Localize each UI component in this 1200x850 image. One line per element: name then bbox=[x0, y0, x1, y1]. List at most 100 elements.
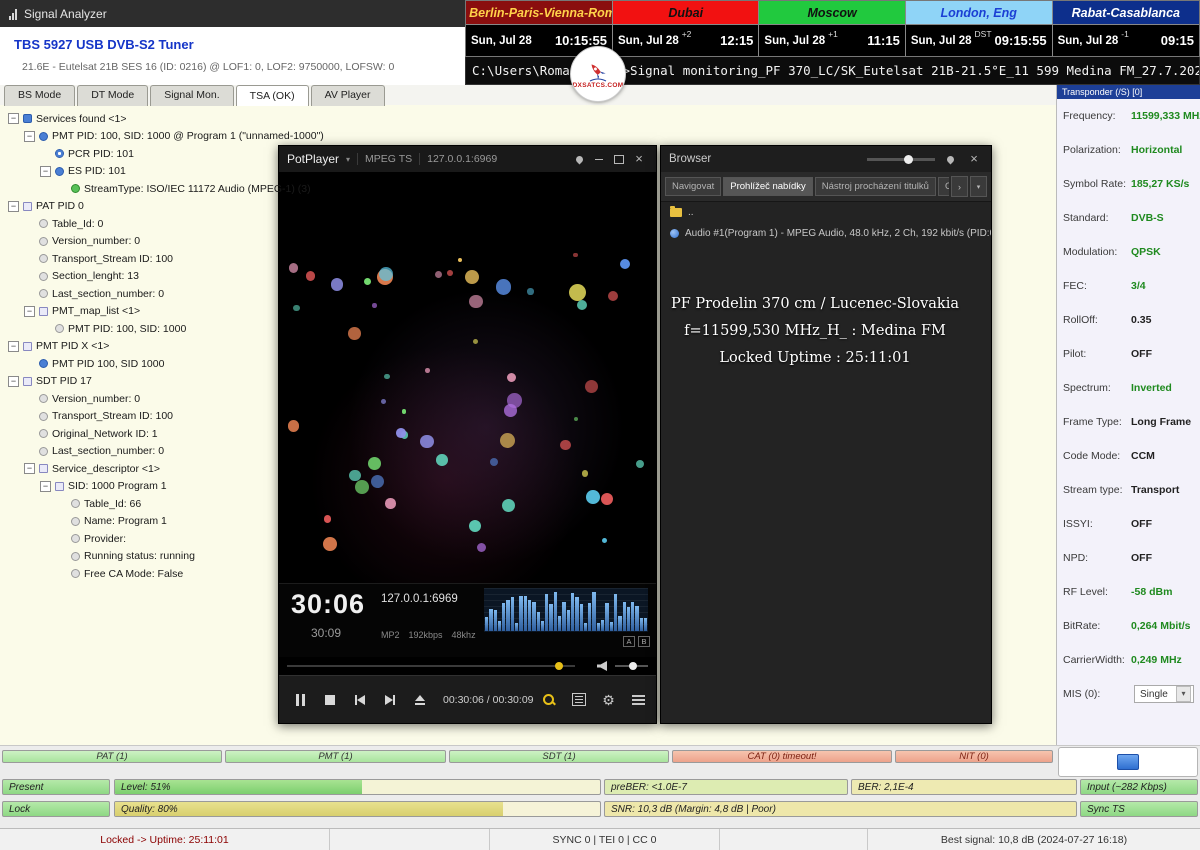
clock-time-row: Sun, Jul 28 +1 11:15 bbox=[759, 25, 904, 56]
clock-cell: Moscow Sun, Jul 28 +1 11:15 bbox=[759, 1, 905, 56]
pin-icon bbox=[945, 154, 955, 164]
settings-button[interactable] bbox=[594, 677, 624, 723]
tree-expander-icon[interactable] bbox=[8, 341, 19, 352]
mode-tab[interactable]: AV Player bbox=[311, 85, 385, 106]
tree-item[interactable]: Transport_Stream ID: 100 bbox=[4, 250, 276, 268]
chevron-down-icon bbox=[1176, 686, 1191, 702]
tree-item[interactable]: Section_lenght: 13 bbox=[4, 268, 276, 286]
clock-city-label: London, Eng bbox=[941, 6, 1017, 20]
stop-button[interactable] bbox=[315, 677, 345, 723]
tree-expander-icon[interactable] bbox=[24, 463, 35, 474]
tree-item[interactable]: Original_Network ID: 1 bbox=[4, 425, 276, 443]
tree-expander-icon[interactable] bbox=[8, 376, 19, 387]
tree-item[interactable]: PCR PID: 101 bbox=[4, 145, 276, 163]
tree-expander-icon[interactable] bbox=[24, 306, 35, 317]
close-button[interactable] bbox=[965, 151, 983, 167]
tree-item[interactable]: Provider: bbox=[4, 530, 276, 548]
tree-item[interactable]: Last_section_number: 0 bbox=[4, 285, 276, 303]
parameter-value: OFF bbox=[1131, 518, 1152, 530]
tree-item[interactable]: Free CA Mode: False bbox=[4, 565, 276, 583]
ab-repeat-button[interactable]: A bbox=[623, 636, 635, 647]
tree-item[interactable]: Table_Id: 0 bbox=[4, 215, 276, 233]
pause-button[interactable] bbox=[285, 677, 315, 723]
divider bbox=[357, 153, 358, 165]
browser-volume-slider[interactable] bbox=[867, 158, 935, 161]
close-button[interactable] bbox=[630, 151, 648, 167]
potplayer-titlebar[interactable]: PotPlayer MPEG TS 127.0.0.1:6969 bbox=[279, 146, 656, 172]
mode-tab[interactable]: BS Mode bbox=[4, 85, 75, 106]
tree-item[interactable]: PMT PID X <1> bbox=[4, 338, 276, 356]
tree-item[interactable]: PMT PID 100, SID 1000 bbox=[4, 355, 276, 373]
menu-button[interactable] bbox=[624, 677, 654, 723]
tree-item[interactable]: PMT_map_list <1> bbox=[4, 303, 276, 321]
previous-button[interactable] bbox=[345, 677, 375, 723]
tree-item[interactable]: Last_section_number: 0 bbox=[4, 443, 276, 461]
signal-analyzer-icon bbox=[9, 8, 17, 20]
scroll-right-button[interactable] bbox=[951, 176, 968, 197]
visualization[interactable] bbox=[279, 172, 656, 583]
playlist-button[interactable] bbox=[564, 677, 594, 723]
browser-tab[interactable]: Prohlížeč nabídky bbox=[723, 177, 813, 196]
audio-icon bbox=[670, 229, 679, 238]
clock-time: 11:15 bbox=[867, 33, 900, 48]
seek-bar[interactable] bbox=[287, 665, 575, 667]
maximize-button[interactable] bbox=[610, 151, 628, 167]
tree-item[interactable]: Name: Program 1 bbox=[4, 513, 276, 531]
tree-item[interactable]: StreamType: ISO/IEC 11172 Audio (MPEG-1)… bbox=[4, 180, 276, 198]
browser-tab[interactable]: Nástroj procházení titulků bbox=[815, 177, 936, 196]
volume-handle[interactable] bbox=[629, 662, 637, 670]
ts-indicator-box[interactable] bbox=[1058, 747, 1198, 777]
browser-tab[interactable]: Online bbox=[938, 177, 949, 196]
tree-item[interactable]: Table_Id: 66 bbox=[4, 495, 276, 513]
browser-volume-handle[interactable] bbox=[904, 155, 913, 164]
tree-item[interactable]: Service_descriptor <1> bbox=[4, 460, 276, 478]
browser-titlebar[interactable]: Browser bbox=[661, 146, 991, 172]
browser-title: Browser bbox=[669, 153, 711, 165]
more-tabs-button[interactable] bbox=[970, 176, 987, 197]
hamburger-icon bbox=[632, 695, 645, 697]
mode-tab[interactable]: TSA (OK) bbox=[236, 85, 309, 106]
tree-expander-icon[interactable] bbox=[40, 166, 51, 177]
next-button[interactable] bbox=[375, 677, 405, 723]
tree-item[interactable]: ES PID: 101 bbox=[4, 163, 276, 181]
search-button[interactable] bbox=[534, 677, 564, 723]
volume-slider[interactable] bbox=[615, 665, 648, 667]
browser-tab[interactable]: Navigovat bbox=[665, 177, 721, 196]
mode-tab[interactable]: DT Mode bbox=[77, 85, 148, 106]
screen: Signal Analyzer TBS 5927 USB DVB-S2 Tune… bbox=[0, 0, 1200, 850]
audio-stream-row[interactable]: Audio #1(Program 1) - MPEG Audio, 48.0 k… bbox=[661, 223, 991, 244]
tree-expander-icon[interactable] bbox=[8, 113, 19, 124]
pin-button[interactable] bbox=[570, 151, 588, 167]
tree-item[interactable]: Version_number: 0 bbox=[4, 233, 276, 251]
tree-item[interactable]: PMT PID: 100, SID: 1000 bbox=[4, 320, 276, 338]
tab-label: TSA (OK) bbox=[250, 90, 295, 102]
open-button[interactable] bbox=[405, 677, 435, 723]
seek-handle[interactable] bbox=[555, 662, 563, 670]
tree-expander-icon[interactable] bbox=[8, 201, 19, 212]
mis-row: MIS (0): Single bbox=[1057, 677, 1200, 711]
tree-item[interactable]: PAT PID 0 bbox=[4, 198, 276, 216]
ts-monitor-icon bbox=[1117, 754, 1139, 770]
speaker-icon[interactable] bbox=[597, 661, 607, 671]
tree-item[interactable]: PMT PID: 100, SID: 1000 @ Program 1 ("un… bbox=[4, 128, 276, 146]
parameter-value: -58 dBm bbox=[1131, 586, 1172, 598]
parent-directory-row[interactable]: .. bbox=[661, 202, 991, 223]
tree-expander-icon[interactable] bbox=[40, 481, 51, 492]
tree-item[interactable]: Version_number: 0 bbox=[4, 390, 276, 408]
tree-item-icon bbox=[55, 149, 64, 158]
tree-item[interactable]: Running status: running bbox=[4, 548, 276, 566]
parameter-value: OFF bbox=[1131, 348, 1152, 360]
tree-item[interactable]: SDT PID 17 bbox=[4, 373, 276, 391]
tree-item-label: Table_Id: 66 bbox=[84, 498, 141, 510]
mode-tab[interactable]: Signal Mon. bbox=[150, 85, 233, 106]
tree-expander-icon[interactable] bbox=[24, 131, 35, 142]
ab-repeat-button[interactable]: B bbox=[638, 636, 650, 647]
tree-item[interactable]: SID: 1000 Program 1 bbox=[4, 478, 276, 496]
parameter-row: Frequency: 11599,333 MHz bbox=[1057, 99, 1200, 133]
minimize-button[interactable] bbox=[590, 151, 608, 167]
tree-item[interactable]: Services found <1> bbox=[4, 110, 276, 128]
mis-select[interactable]: Single bbox=[1134, 685, 1194, 703]
potplayer-menu[interactable]: PotPlayer bbox=[287, 152, 339, 166]
tree-item[interactable]: Transport_Stream ID: 100 bbox=[4, 408, 276, 426]
pin-button[interactable] bbox=[941, 151, 959, 167]
